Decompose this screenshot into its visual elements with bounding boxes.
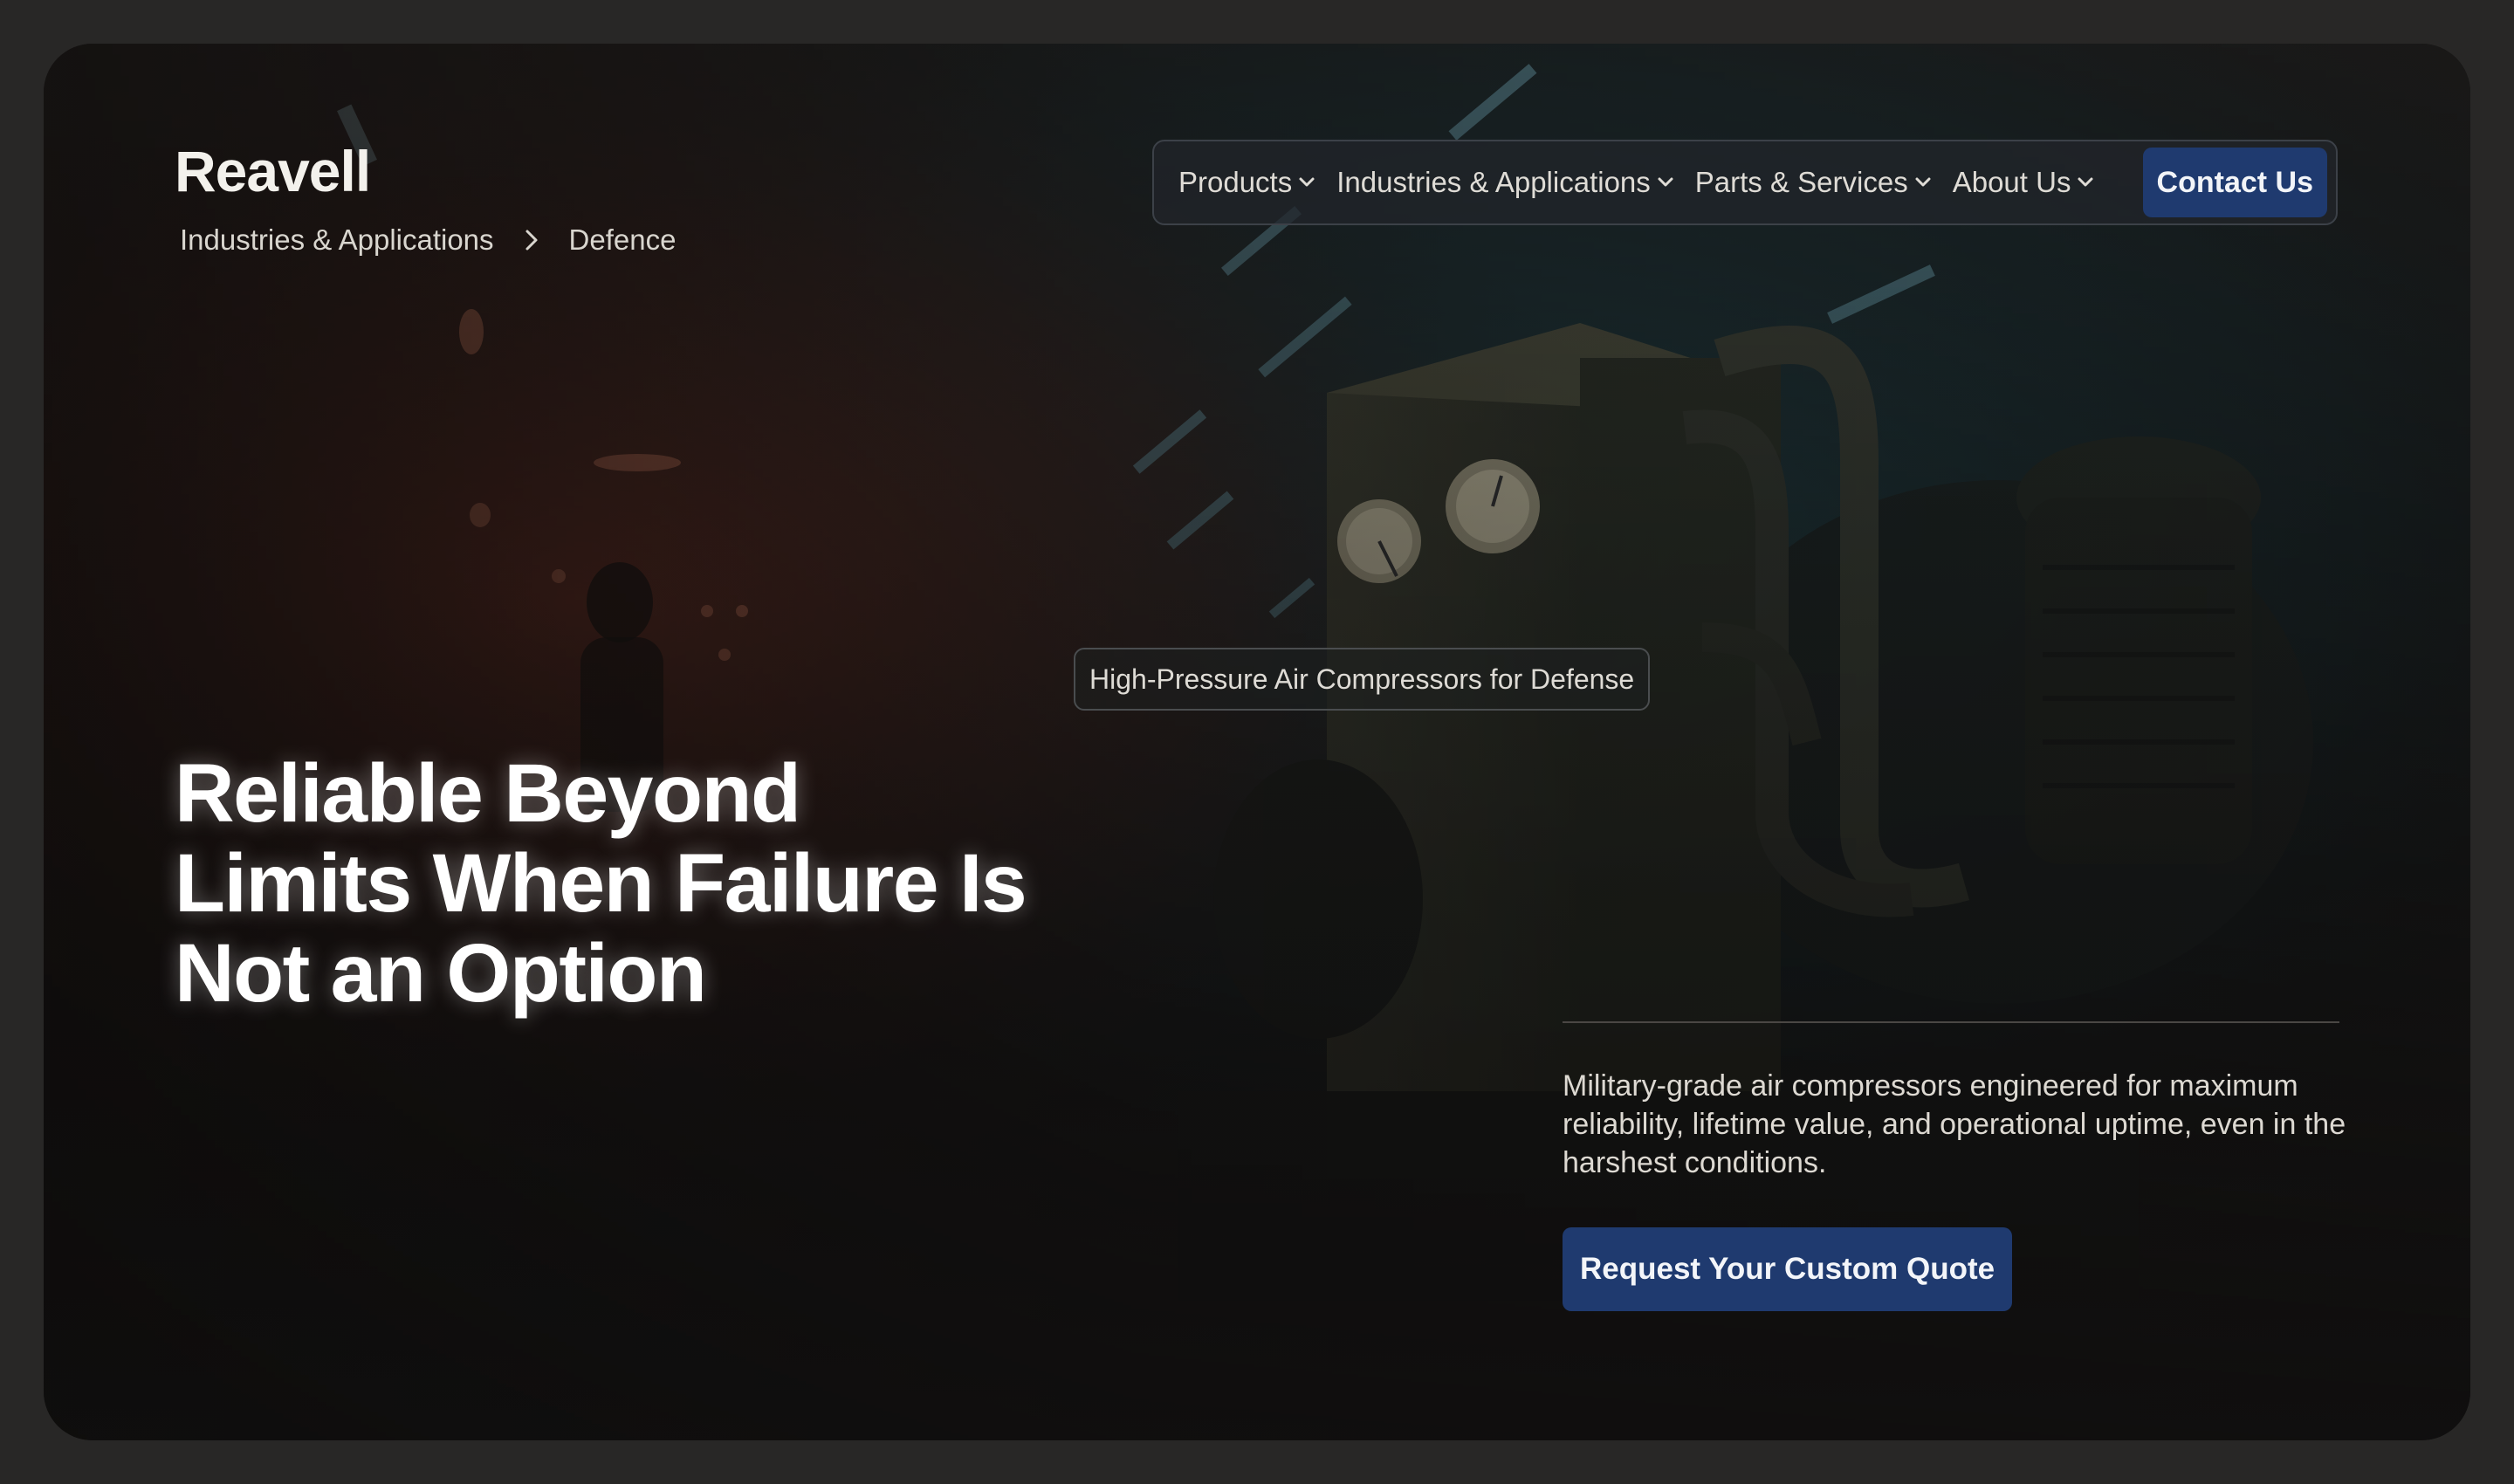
chevron-right-icon xyxy=(524,229,539,251)
hero-section: Reavell Industries & Applications Defenc… xyxy=(44,44,2470,1440)
nav-item-parts-services[interactable]: Parts & Services xyxy=(1695,166,1932,199)
hero-tag: High-Pressure Air Compressors for Defens… xyxy=(1074,648,1651,711)
request-quote-button[interactable]: Request Your Custom Quote xyxy=(1563,1227,2013,1311)
hero-headline: Reliable Beyond Limits When Failure Is N… xyxy=(175,747,1027,1020)
nav-item-label: Industries & Applications xyxy=(1336,166,1651,198)
nav-item-products[interactable]: Products xyxy=(1178,166,1315,199)
breadcrumb: Industries & Applications Defence xyxy=(180,223,676,257)
chevron-down-icon xyxy=(1657,176,1674,189)
chevron-down-icon xyxy=(2077,176,2094,189)
nav-item-label: Products xyxy=(1178,166,1293,198)
nav-item-label: About Us xyxy=(1952,166,2071,198)
breadcrumb-item-industries[interactable]: Industries & Applications xyxy=(180,223,494,257)
nav-item-label: Parts & Services xyxy=(1694,166,1908,198)
nav-item-about[interactable]: About Us xyxy=(1953,166,2095,199)
breadcrumb-item-defence: Defence xyxy=(568,223,677,256)
nav-item-industries[interactable]: Industries & Applications xyxy=(1336,166,1674,199)
chevron-down-icon xyxy=(1298,176,1315,189)
main-nav: Products Industries & Applications Parts… xyxy=(1152,140,2338,225)
contact-us-button[interactable]: Contact Us xyxy=(2142,148,2327,217)
divider xyxy=(1563,1021,2339,1023)
logo[interactable]: Reavell xyxy=(175,138,371,204)
hero-description: Military-grade air compressors engineere… xyxy=(1563,1069,2346,1179)
chevron-down-icon xyxy=(1914,176,1932,189)
